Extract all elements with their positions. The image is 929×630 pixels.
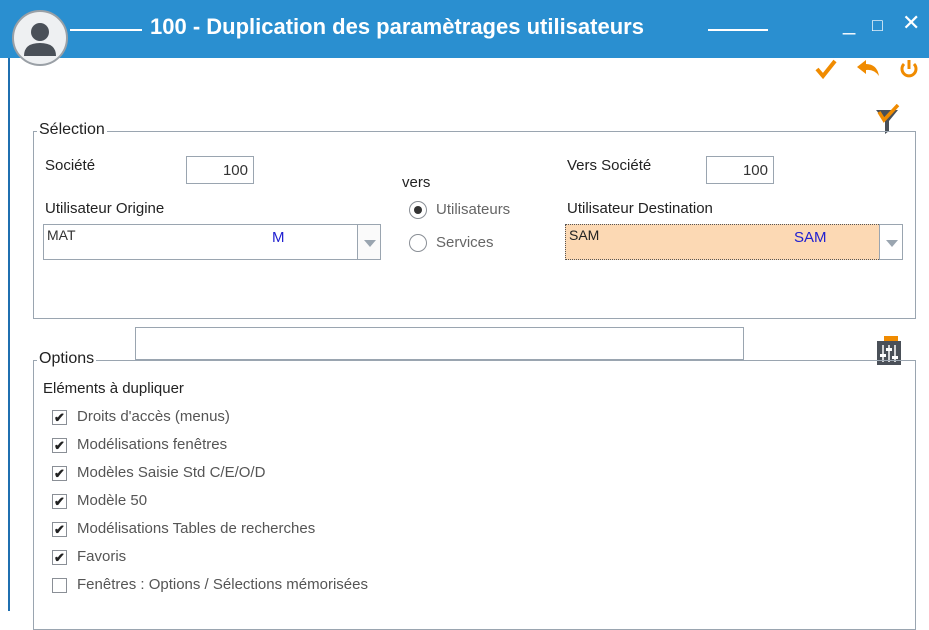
user-avatar-icon	[12, 10, 68, 66]
window-left-border	[8, 58, 10, 611]
checkbox-label[interactable]: Modélisations fenêtres	[77, 436, 227, 453]
close-button[interactable]: ✕	[902, 12, 920, 34]
checkbox-modelisations-fenetres[interactable]: ✔	[52, 438, 67, 453]
power-button[interactable]	[898, 58, 920, 87]
validate-button[interactable]	[815, 58, 837, 87]
utilisateur-destination-combo[interactable]: SAM SAM	[565, 224, 903, 260]
window-title: 100 - Duplication des paramètrages utili…	[150, 14, 644, 39]
checkbox-label[interactable]: Modèle 50	[77, 492, 147, 509]
origine-code: MAT	[47, 227, 76, 243]
radio-utilisateurs-label[interactable]: Utilisateurs	[436, 201, 510, 218]
checkbox-label[interactable]: Modélisations Tables de recherches	[77, 520, 315, 537]
vers-societe-field[interactable]: 100	[706, 156, 774, 184]
societe-label: Société	[45, 157, 96, 174]
destination-name: SAM	[794, 229, 827, 246]
checkbox-modeles-saisie[interactable]: ✔	[52, 466, 67, 481]
checkbox-droits-acces[interactable]: ✔	[52, 410, 67, 425]
undo-icon	[857, 60, 879, 76]
checkbox-label[interactable]: Modèles Saisie Std C/E/O/D	[77, 464, 265, 481]
vers-label: vers	[402, 174, 431, 191]
origine-dropdown-arrow-icon[interactable]	[357, 224, 381, 260]
options-legend: Options	[37, 350, 97, 368]
destination-dropdown-arrow-icon[interactable]	[879, 224, 903, 260]
title-bar: 100 - Duplication des paramètrages utili…	[0, 0, 929, 58]
utilisateur-origine-combo[interactable]: MAT M	[43, 224, 381, 260]
utilisateur-origine-label: Utilisateur Origine	[45, 200, 165, 217]
checkbox-favoris[interactable]: ✔	[52, 550, 67, 565]
radio-utilisateurs[interactable]	[409, 201, 427, 219]
checkbox-label[interactable]: Droits d'accès (menus)	[77, 408, 230, 425]
origine-name: M	[272, 229, 285, 246]
power-icon	[900, 60, 918, 78]
check-icon	[815, 59, 837, 80]
undo-button[interactable]	[855, 58, 881, 87]
checkbox-label[interactable]: Fenêtres : Options / Sélections mémorisé…	[77, 576, 368, 593]
radio-services-label[interactable]: Services	[436, 234, 494, 251]
title-line-left	[70, 29, 142, 31]
elements-group-label: Eléments à dupliquer	[43, 380, 184, 397]
checkbox-modelisations-tables[interactable]: ✔	[52, 522, 67, 537]
radio-services[interactable]	[409, 234, 427, 252]
title-line-right	[708, 29, 768, 31]
maximize-button[interactable]: □	[872, 14, 883, 36]
societe-field[interactable]: 100	[186, 156, 254, 184]
checkbox-modele-50[interactable]: ✔	[52, 494, 67, 509]
checkbox-label[interactable]: Favoris	[77, 548, 126, 565]
destination-code: SAM	[569, 227, 600, 243]
minimize-button[interactable]: _	[843, 12, 855, 34]
vers-societe-label: Vers Société	[567, 157, 652, 174]
checkbox-fenetres-options[interactable]	[52, 578, 67, 593]
selection-legend: Sélection	[37, 121, 107, 139]
utilisateur-destination-label: Utilisateur Destination	[567, 200, 713, 217]
options-search-input[interactable]	[135, 327, 744, 360]
